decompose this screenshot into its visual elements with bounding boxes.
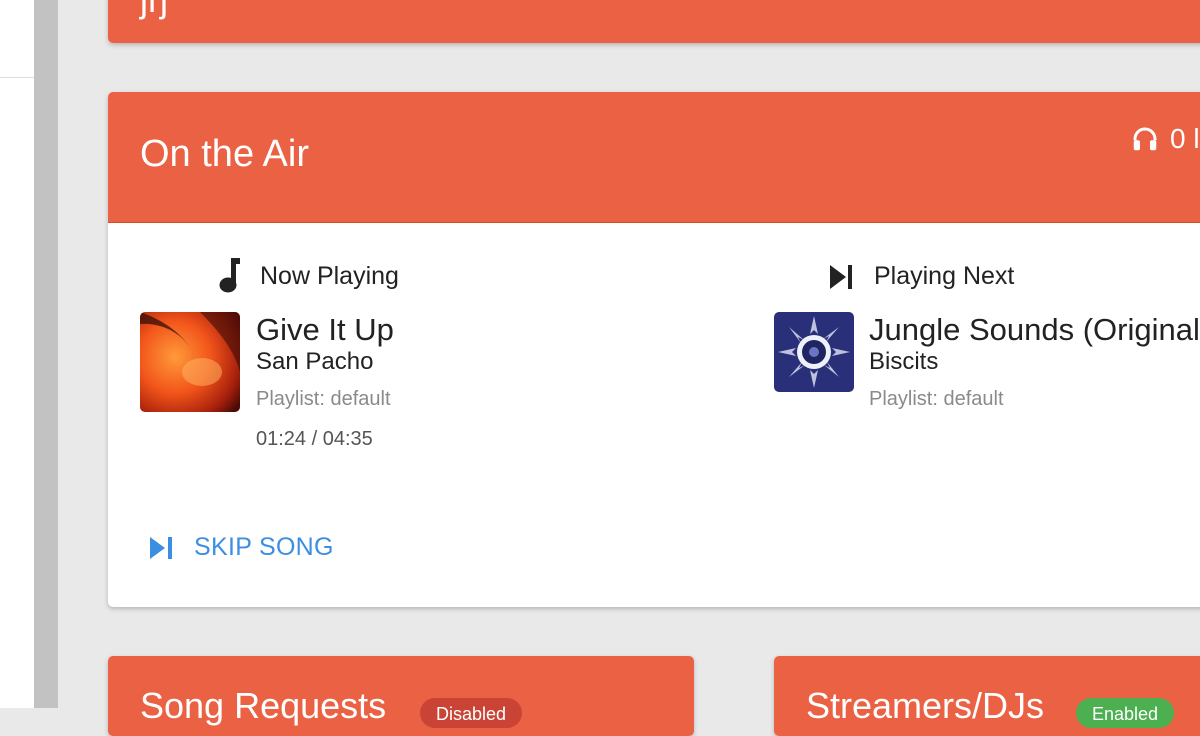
skip-song-label: SKIP SONG bbox=[194, 533, 334, 561]
now-playing-playlist: Playlist: default bbox=[256, 388, 391, 410]
streamers-header: Streamers/DJs Enabled bbox=[774, 656, 1200, 736]
status-badge: Enabled bbox=[1076, 698, 1175, 728]
streamers-card: Streamers/DJs Enabled bbox=[774, 656, 1200, 736]
playing-next-artist: Biscits bbox=[869, 348, 939, 375]
listener-count-text: 0 l bbox=[1170, 123, 1200, 154]
headphones-icon bbox=[1133, 127, 1157, 151]
playing-next-playlist: Playlist: default bbox=[869, 388, 1004, 410]
on-the-air-title: On the Air bbox=[140, 133, 309, 175]
song-requests-title: Song Requests bbox=[140, 685, 387, 726]
playing-next-album-art bbox=[774, 312, 854, 392]
streamers-title: Streamers/DJs bbox=[806, 685, 1045, 726]
song-requests-card: Song Requests Disabled bbox=[108, 656, 694, 736]
listener-count: 0 l bbox=[1130, 123, 1200, 155]
top-card-title: jrj bbox=[140, 0, 168, 18]
sidebar-scrollbar[interactable] bbox=[34, 0, 58, 708]
sidebar-panel bbox=[0, 0, 34, 708]
playing-next-heading: Playing Next bbox=[828, 262, 1014, 291]
music-note-icon bbox=[219, 258, 240, 293]
now-playing-title: Give It Up bbox=[256, 312, 394, 347]
top-card-header: jrj bbox=[108, 0, 1200, 43]
skip-song-button[interactable]: SKIP SONG bbox=[148, 533, 334, 562]
now-playing-album-art bbox=[140, 312, 240, 412]
status-badge: Disabled bbox=[420, 698, 523, 728]
top-card: jrj bbox=[108, 0, 1200, 43]
now-playing-label: Now Playing bbox=[260, 261, 399, 290]
song-requests-header: Song Requests Disabled bbox=[108, 656, 694, 736]
now-playing-heading: Now Playing bbox=[216, 258, 399, 294]
playing-next-title: Jungle Sounds (Original bbox=[869, 312, 1200, 347]
sidebar-divider bbox=[0, 77, 34, 78]
playing-next-label: Playing Next bbox=[874, 262, 1015, 290]
on-the-air-header: On the Air 0 l bbox=[108, 92, 1200, 223]
now-playing-artist: San Pacho bbox=[256, 348, 374, 375]
skip-next-icon bbox=[830, 264, 852, 289]
now-playing-progress: 01:24 / 04:35 bbox=[256, 428, 373, 450]
skip-icon bbox=[150, 536, 172, 559]
on-the-air-card: On the Air 0 l Now Playing Give It Up Sa… bbox=[108, 92, 1200, 607]
